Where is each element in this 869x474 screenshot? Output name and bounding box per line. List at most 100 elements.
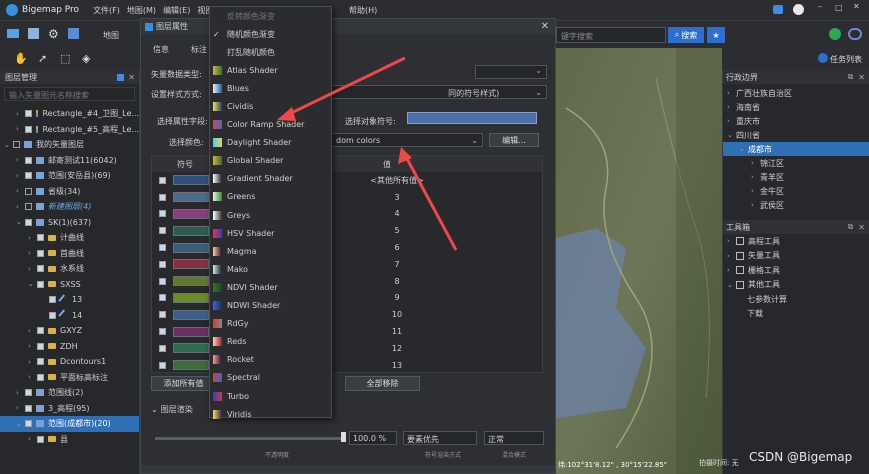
admin-tree-item[interactable]: › 武侯区	[723, 198, 869, 212]
layer-checkbox[interactable]	[37, 234, 44, 242]
layer-tree-item[interactable]: › 水系线	[0, 261, 139, 277]
row-color-swatch[interactable]	[173, 225, 209, 236]
edit-button[interactable]: 编辑...	[489, 133, 539, 147]
symbol-swatch[interactable]	[407, 112, 537, 124]
task-list-icon[interactable]	[818, 53, 828, 63]
dropdown-item[interactable]: Atlas Shader	[210, 61, 331, 79]
expand-arrow-icon[interactable]: ›	[16, 125, 25, 133]
dropdown-item[interactable]: NDVI Shader	[210, 278, 331, 296]
row-color-swatch[interactable]	[173, 192, 209, 203]
layer-checkbox[interactable]	[25, 156, 32, 164]
row-color-swatch[interactable]	[173, 242, 209, 253]
layer-checkbox[interactable]	[37, 342, 44, 350]
dropdown-item[interactable]: Greys	[210, 206, 331, 224]
dropdown-item[interactable]: Greens	[210, 188, 331, 206]
admin-tree-item[interactable]: › 广西壮族自治区	[723, 86, 869, 100]
expand-arrow-icon[interactable]: ›	[727, 89, 736, 97]
layer-checkbox[interactable]	[37, 265, 44, 273]
close-icon[interactable]: ✕	[853, 2, 860, 11]
dropdown-item[interactable]: NDWI Shader	[210, 297, 331, 315]
row-color-swatch[interactable]	[173, 276, 209, 287]
admin-tree-item[interactable]: ⌄ 四川省	[723, 128, 869, 142]
render-section[interactable]: ⌄ 图层渲染	[151, 404, 193, 415]
expand-arrow-icon[interactable]: ›	[727, 103, 736, 111]
minimize-icon[interactable]: –	[818, 2, 822, 11]
layer-tree-item[interactable]: ⌄ 范围(成都市)(20)	[0, 416, 139, 432]
layer-tree-item[interactable]: 13	[0, 292, 139, 308]
row-checkbox[interactable]	[159, 344, 166, 352]
tool-seven-params[interactable]: 七参数计算	[723, 292, 869, 307]
layer-tree-item[interactable]: › 首曲线	[0, 246, 139, 262]
expand-arrow-icon[interactable]: ›	[28, 342, 37, 350]
layer-checkbox[interactable]	[49, 311, 56, 319]
expand-arrow-icon[interactable]: ›	[28, 249, 37, 257]
layer-checkbox[interactable]	[37, 327, 44, 335]
layer-checkbox[interactable]	[25, 404, 32, 412]
expand-arrow-icon[interactable]: ›	[751, 201, 760, 209]
row-color-swatch[interactable]	[173, 343, 209, 354]
layer-checkbox[interactable]	[37, 249, 44, 257]
dialog-close-icon[interactable]: ✕	[541, 21, 549, 32]
dropdown-item[interactable]: Rocket	[210, 351, 331, 369]
layer-tree-item[interactable]: › Rectangle_#5_高程_Le...	[0, 122, 139, 138]
expand-arrow-icon[interactable]: ›	[727, 266, 736, 274]
expand-arrow-icon[interactable]: ›	[751, 187, 760, 195]
row-checkbox[interactable]	[159, 260, 166, 268]
tab-info[interactable]: 信息	[153, 44, 169, 55]
dropdown-item[interactable]: Global Shader	[210, 152, 331, 170]
layer-tree-item[interactable]: › ZDH	[0, 339, 139, 355]
expand-arrow-icon[interactable]: ›	[28, 373, 37, 381]
opacity-slider[interactable]	[155, 437, 345, 440]
layer-tree-item[interactable]: › 新建图层(4)	[0, 199, 139, 215]
admin-tree-item[interactable]: › 青羊区	[723, 170, 869, 184]
menu-help[interactable]: 帮助(H)	[349, 5, 377, 16]
admin-tree-item[interactable]: › 海南省	[723, 100, 869, 114]
admin-tree-item[interactable]: › 重庆市	[723, 114, 869, 128]
dropdown-item[interactable]: HSV Shader	[210, 224, 331, 242]
opacity-handle[interactable]	[341, 432, 346, 442]
admin-tree-item[interactable]: › 金牛区	[723, 184, 869, 198]
admin-float-icon[interactable]: ⧉	[848, 72, 854, 82]
layer-checkbox[interactable]	[49, 296, 56, 304]
save-icon[interactable]	[28, 28, 39, 39]
admin-tree-item[interactable]: › 锦江区	[723, 156, 869, 170]
layer-tree-item[interactable]: › 邮寄测试11(6042)	[0, 153, 139, 169]
dropdown-item[interactable]: Spectral	[210, 369, 331, 387]
dropdown-item[interactable]: Color Ramp Shader	[210, 116, 331, 134]
layer-checkbox[interactable]	[37, 280, 44, 288]
dropdown-item[interactable]: Magma	[210, 242, 331, 260]
chat-icon[interactable]	[773, 5, 783, 14]
expand-arrow-icon[interactable]: ⌄	[16, 218, 25, 226]
expand-arrow-icon[interactable]: ›	[16, 156, 25, 164]
row-checkbox[interactable]	[159, 210, 166, 218]
layer-tree-item[interactable]: › 范围(安岳县)(69)	[0, 168, 139, 184]
layer-tree-item[interactable]: 14	[0, 308, 139, 324]
expand-arrow-icon[interactable]: ›	[28, 234, 37, 242]
dropdown-item[interactable]: Mako	[210, 260, 331, 278]
row-checkbox[interactable]	[159, 176, 166, 184]
dropdown-item[interactable]: Daylight Shader	[210, 134, 331, 152]
dropdown-item[interactable]: Turbo	[210, 387, 331, 405]
layer-tree-item[interactable]: › 3_高程(95)	[0, 401, 139, 417]
layer-checkbox[interactable]	[25, 203, 32, 211]
expand-arrow-icon[interactable]: ›	[16, 389, 25, 397]
expand-arrow-icon[interactable]: ⌄	[16, 420, 25, 428]
gear-icon[interactable]: ⚙	[48, 27, 59, 41]
layer-checkbox[interactable]	[25, 110, 32, 118]
dropdown-item[interactable]: Viridis	[210, 405, 331, 423]
admin-close-icon[interactable]: ✕	[858, 73, 865, 82]
expand-arrow-icon[interactable]: ›	[727, 252, 736, 260]
dropdown-item[interactable]: 打乱随机颜色	[210, 43, 331, 61]
layer-tree-item[interactable]: › Rectangle_#4_卫图_Le...	[0, 106, 139, 122]
layer-tree-item[interactable]: › 范围线(2)	[0, 385, 139, 401]
toolbox-item[interactable]: › 栅格工具	[723, 263, 869, 278]
layer-checkbox[interactable]	[25, 420, 32, 428]
layer-tree-item[interactable]: › 平面标高标注	[0, 370, 139, 386]
expand-arrow-icon[interactable]: ›	[727, 117, 736, 125]
row-color-swatch[interactable]	[173, 309, 209, 320]
maximize-icon[interactable]: □	[835, 3, 843, 12]
expand-arrow-icon[interactable]: ›	[16, 404, 25, 412]
row-checkbox[interactable]	[159, 193, 166, 201]
search-input[interactable]: 键字搜索	[556, 27, 666, 43]
layers-icon[interactable]	[68, 28, 79, 39]
